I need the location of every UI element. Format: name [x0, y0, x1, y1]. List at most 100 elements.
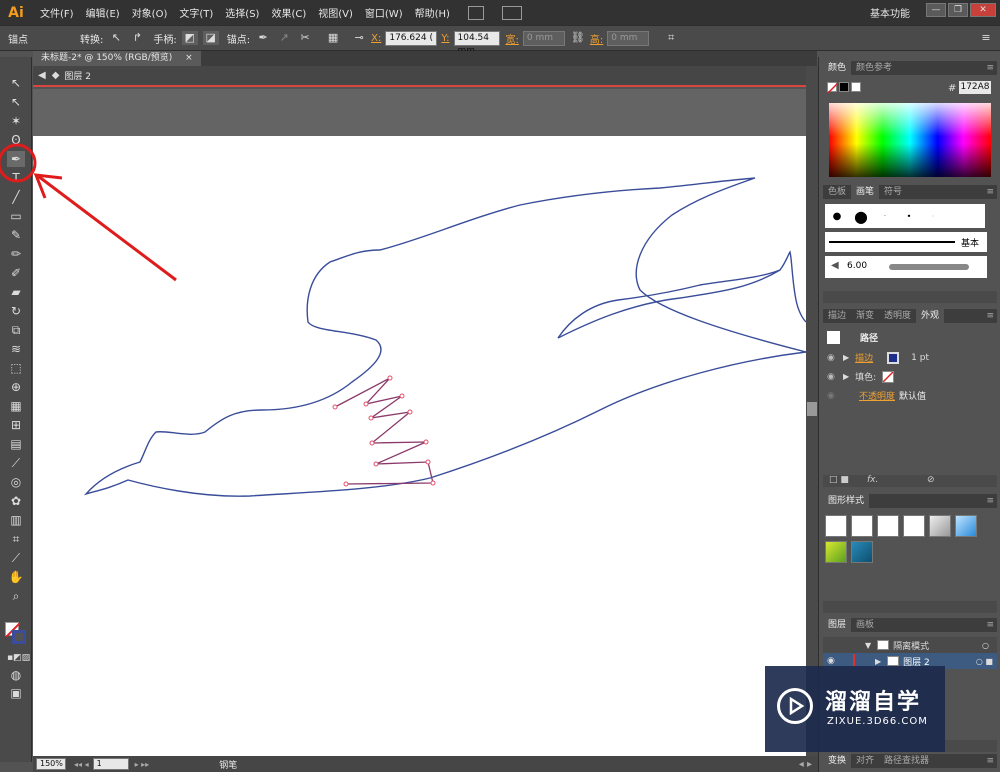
expand-arrow-icon[interactable]: ▶ — [843, 353, 849, 362]
none-color-icon[interactable] — [827, 82, 839, 94]
fill-none-swatch[interactable] — [882, 370, 895, 383]
path-thumbnail — [827, 331, 840, 344]
stroke-weight-value[interactable]: 1 pt — [911, 353, 929, 363]
style-swatch-shadow[interactable] — [929, 515, 951, 537]
tab-artboards[interactable]: 画板 — [851, 618, 879, 632]
panel-menu-icon[interactable]: ≡ — [986, 496, 994, 506]
fill-label: 填色: — [855, 373, 877, 383]
zoom-field[interactable]: 150% — [36, 758, 66, 770]
appearance-opacity-row[interactable]: ◉ 不透明度 默认值 — [823, 386, 997, 405]
brush-dot-tiny[interactable]: · — [873, 213, 897, 220]
artboard-nav-prev-icon[interactable]: ◂◂ ◂ — [74, 760, 89, 769]
brush-speaker-icon: ◀ — [831, 260, 839, 271]
expand-arrow-icon[interactable]: ▶ — [843, 372, 849, 381]
collapse-arrow-icon[interactable]: ▼ — [865, 641, 871, 650]
visibility-eye-icon[interactable]: ◉ — [827, 353, 839, 363]
style-swatch-water[interactable] — [851, 541, 873, 563]
isolation-mode-label: 隔离模式 — [893, 641, 930, 652]
back-wing-lower-path[interactable] — [557, 269, 781, 339]
horizontal-scroll-icon[interactable]: ◂ ▸ — [799, 759, 812, 770]
style-swatch-outline[interactable] — [903, 515, 925, 537]
hex-field[interactable]: 172A8 — [959, 81, 991, 94]
graphic-styles-panel-footer — [823, 601, 997, 613]
appearance-panel-footer: □ ■ fx. ⊘ — [823, 475, 997, 487]
tab-swatches[interactable]: 色板 — [823, 185, 851, 199]
appearance-path-row[interactable]: 路径 — [823, 328, 997, 347]
panel-menu-icon[interactable]: ≡ — [986, 63, 994, 73]
brush-dot-small[interactable]: ● — [825, 211, 849, 222]
target-circle-icon[interactable]: ○ — [982, 641, 989, 650]
clear-appearance-icon[interactable]: ⊘ — [927, 475, 935, 485]
graphic-styles-panel-tabs: 图形样式 ≡ — [823, 494, 997, 508]
tab-symbols[interactable]: 符号 — [879, 185, 907, 199]
stroke-label[interactable]: 描边 — [855, 351, 873, 364]
tab-layers[interactable]: 图层 — [823, 618, 852, 632]
panel-menu-icon[interactable]: ≡ — [986, 620, 994, 630]
brush-panel: ● ● · • · 基本 ◀ 6.00 — [823, 200, 997, 290]
hex-hash-label: # — [948, 83, 957, 94]
panel-menu-icon[interactable]: ≡ — [986, 187, 994, 197]
tab-appearance[interactable]: 外观 — [916, 309, 945, 323]
visibility-eye-icon[interactable]: ◉ — [827, 391, 839, 401]
anchor-points — [332, 375, 436, 487]
brush-panel-footer — [823, 291, 997, 303]
panel-menu-icon[interactable]: ≡ — [986, 311, 994, 321]
tab-brushes[interactable]: 画笔 — [851, 185, 880, 199]
basic-brush-label: 基本 — [961, 239, 980, 249]
path-label: 路径 — [860, 334, 879, 344]
current-tool-label: 钢笔 — [219, 760, 238, 771]
bird-outline-path[interactable] — [83, 177, 807, 497]
back-wing-path[interactable] — [557, 250, 807, 339]
annotation-arrow-line — [37, 174, 177, 282]
brush-dot-faint[interactable]: · — [921, 212, 945, 221]
artboard-number-field[interactable]: 1 — [92, 758, 129, 770]
brush-dot-arrow[interactable]: • — [897, 212, 921, 221]
layers-panel-tabs: 图层 画板 ≡ — [823, 618, 997, 632]
style-swatch-white[interactable] — [877, 515, 899, 537]
watermark-subtitle: ZIXUE.3D66.COM — [827, 716, 928, 727]
tab-color-guide[interactable]: 颜色参考 — [851, 61, 897, 75]
target-circle-icon[interactable]: ○ ■ — [976, 657, 993, 666]
brush-size-row[interactable]: ◀ 6.00 — [825, 256, 987, 278]
tab-stroke[interactable]: 描边 — [823, 309, 851, 323]
bottom-panel-tabs: 变换 对齐 路径查找器 ≡ — [823, 754, 997, 768]
color-panel-tabs: 颜色 颜色参考 ≡ — [823, 61, 997, 75]
style-swatch-leaf[interactable] — [825, 541, 847, 563]
basic-brush-row[interactable]: 基本 — [825, 232, 987, 252]
appearance-fill-row[interactable]: ◉ ▶ 填色: — [823, 367, 997, 386]
brush-size-value: 6.00 — [847, 261, 868, 271]
watermark-title: 溜溜自学 — [825, 690, 922, 715]
appearance-stroke-row[interactable]: ◉ ▶ 描边 1 pt — [823, 348, 997, 367]
tab-transform[interactable]: 变换 — [823, 754, 852, 768]
watermark-logo: 溜溜自学 ZIXUE.3D66.COM — [765, 666, 945, 752]
style-swatch-blue[interactable] — [955, 515, 977, 537]
color-spectrum[interactable] — [829, 103, 991, 177]
tab-transparency[interactable]: 透明度 — [879, 309, 916, 323]
tab-gradient[interactable]: 渐变 — [851, 309, 879, 323]
black-color-chip[interactable] — [839, 82, 849, 92]
expand-arrow-icon[interactable]: ▶ — [875, 657, 881, 666]
scroll-thumb[interactable] — [807, 402, 817, 416]
add-stroke-icon[interactable]: □ ■ — [829, 475, 849, 485]
artboard-nav-next-icon[interactable]: ▸ ▸▸ — [135, 760, 150, 769]
tab-align[interactable]: 对齐 — [851, 754, 879, 768]
tab-pathfinder[interactable]: 路径查找器 — [879, 754, 934, 768]
visibility-eye-icon[interactable]: ◉ — [827, 656, 839, 666]
zigzag-path[interactable] — [334, 377, 434, 485]
style-swatch-none[interactable] — [851, 515, 873, 537]
stroke-color-swatch[interactable] — [887, 351, 900, 364]
tab-graphic-styles[interactable]: 图形样式 — [823, 494, 870, 508]
brush-dot-large[interactable]: ● — [849, 207, 873, 226]
panel-menu-icon[interactable]: ≡ — [986, 756, 994, 766]
fx-icon[interactable]: fx. — [867, 475, 878, 485]
vertical-scrollbar[interactable] — [806, 66, 818, 756]
style-swatch-default[interactable] — [825, 515, 847, 537]
brush-stroke-preview — [889, 264, 969, 270]
isolation-thumbnail — [877, 640, 890, 650]
white-color-chip[interactable] — [851, 82, 861, 92]
visibility-eye-icon[interactable]: ◉ — [827, 372, 839, 382]
tab-color[interactable]: 颜色 — [823, 61, 852, 75]
appearance-panel: 路径 ◉ ▶ 描边 1 pt ◉ ▶ 填色: ◉ 不透明度 默认值 — [823, 324, 997, 474]
isolation-mode-row[interactable]: ▼ 隔离模式 ○ — [823, 637, 997, 653]
opacity-label[interactable]: 不透明度 — [859, 389, 895, 402]
